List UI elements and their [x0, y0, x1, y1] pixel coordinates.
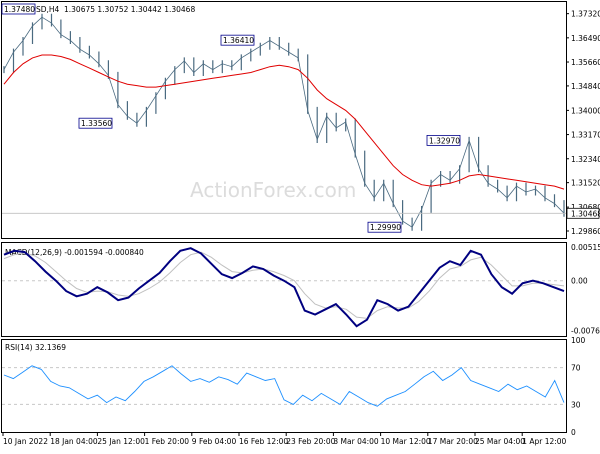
macd-signal-line: [3, 251, 565, 319]
macd-series: [2, 247, 566, 328]
last-price-label: 1.30468: [571, 209, 600, 218]
macd-axis: 0.005152 0.00 -0.00765: [571, 243, 600, 335]
x-tick-label: 1 Apr 12:00: [522, 437, 566, 446]
annotation-label: 1.29990: [370, 223, 401, 232]
y-tick-label: 1.33170: [571, 131, 600, 140]
y-tick-label: 1.34840: [571, 82, 600, 91]
x-tick-label: 9 Feb 04:00: [192, 437, 237, 446]
rsi-series: [2, 365, 566, 407]
x-tick-label: 18 Jan 04:00: [50, 437, 98, 446]
y-tick-label: 1.31520: [571, 179, 600, 188]
rsi-title: RSI(14) 32.1369: [5, 343, 66, 352]
annotation-label: 1.33560: [81, 119, 112, 128]
x-tick-label: 1 Feb 20:00: [145, 437, 190, 446]
rsi-line: [3, 365, 565, 407]
macd-tick-label: -0.00765: [571, 326, 600, 335]
macd-main-line: [3, 247, 565, 328]
annotation-label: 1.36410: [223, 36, 254, 45]
y-tick-label: 1.35660: [571, 58, 600, 67]
x-tick-label: 16 Feb 12:00: [239, 437, 288, 446]
rsi-tick-label: 0: [571, 428, 576, 437]
x-tick-label: 10 Jan 2022: [3, 437, 48, 446]
x-tick-label: 25 Jan 12:00: [97, 437, 145, 446]
forex-chart-window: ActionForex.com GBPUSD,H4 1.30675 1.3075…: [0, 0, 600, 450]
annotation-label: 1.37480: [4, 5, 35, 14]
watermark: ActionForex.com: [190, 178, 356, 202]
y-tick-label: 1.32340: [571, 155, 600, 164]
macd-tick-label: 0.005152: [571, 243, 600, 252]
rsi-tick-label: 100: [571, 336, 586, 345]
price-axis: 1.37320 1.36490 1.35660 1.34840 1.34000 1.331…: [566, 10, 600, 236]
rsi-axis: 100 70 30 0: [571, 336, 586, 437]
y-tick-label: 1.36490: [571, 34, 600, 43]
x-tick-label: 10 Mar 12:00: [381, 437, 431, 446]
annotation-label: 1.32970: [429, 136, 460, 145]
y-tick-label: 1.34000: [571, 106, 600, 115]
x-tick-label: 23 Feb 20:00: [286, 437, 335, 446]
x-tick-label: 17 Mar 20:00: [428, 437, 478, 446]
rsi-tick-label: 70: [571, 364, 581, 373]
macd-tick-label: 0.00: [571, 277, 588, 286]
x-tick-label: 3 Mar 04:00: [333, 437, 379, 446]
chart-canvas[interactable]: ActionForex.com GBPUSD,H4 1.30675 1.3075…: [0, 0, 600, 450]
time-axis: 10 Jan 2022 18 Jan 04:00 25 Jan 12:00 1 Feb…: [2, 432, 567, 446]
ohlc-values: 1.30675 1.30752 1.30442 1.30468: [64, 5, 195, 14]
x-tick-label: 25 Mar 04:00: [475, 437, 525, 446]
rsi-panel-frame: [1, 339, 567, 433]
y-tick-label: 1.29860: [571, 227, 600, 236]
y-tick-label: 1.37320: [571, 10, 600, 19]
rsi-tick-label: 30: [571, 400, 581, 409]
